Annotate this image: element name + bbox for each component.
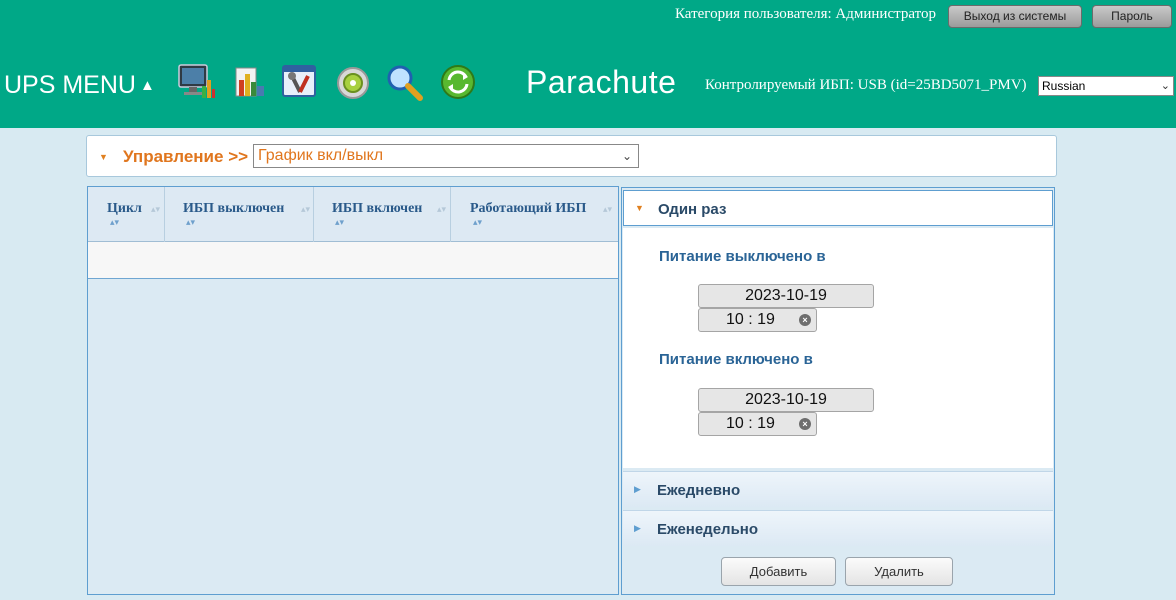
column-header-cycle[interactable]: Цикл ▴▾ ▴▾ xyxy=(88,187,165,242)
brand-logo-text: Parachute xyxy=(526,64,677,100)
monitor-icon[interactable] xyxy=(176,62,216,102)
sort-icon: ▴▾ xyxy=(186,217,196,227)
power-on-date-field[interactable]: 2023-10-19 xyxy=(698,388,874,412)
column-header-ups-off[interactable]: ИБП выключен ▴▾ ▴▾ xyxy=(165,187,314,242)
schedule-table: Цикл ▴▾ ▴▾ ИБП выключен ▴▾ ▴▾ ИБП включе… xyxy=(87,186,619,595)
top-header: Категория пользователя: Администратор Вы… xyxy=(0,0,1176,128)
column-label: ИБП включен xyxy=(332,201,423,216)
power-on-time-field[interactable]: 10 : 19 × xyxy=(698,412,817,436)
password-button[interactable]: Пароль xyxy=(1092,5,1172,28)
ups-menu-label: UPS MENU xyxy=(4,71,136,99)
power-on-label: Питание включено в xyxy=(659,351,813,368)
power-off-label: Питание выключено в xyxy=(659,248,826,265)
sort-icon: ▴▾ xyxy=(473,217,483,227)
sort-icon: ▴▾ xyxy=(437,204,447,214)
refresh-icon[interactable] xyxy=(438,62,478,102)
table-header: Цикл ▴▾ ▴▾ ИБП выключен ▴▾ ▴▾ ИБП включе… xyxy=(88,187,618,242)
add-button[interactable]: Добавить xyxy=(721,557,836,586)
power-off-time-value: 10 : 19 xyxy=(726,311,775,328)
ups-menu-toggle[interactable]: UPS MENU ▲ xyxy=(4,71,155,100)
reports-icon[interactable] xyxy=(230,62,270,102)
control-page-select[interactable]: График вкл/выкл ⌄ xyxy=(253,144,639,168)
power-on-time-value: 10 : 19 xyxy=(726,415,775,432)
chevron-down-icon: ⌄ xyxy=(621,149,632,163)
control-page-value: График вкл/выкл xyxy=(258,147,384,164)
schedule-panel: ▼ Один раз Питание выключено в 2023-10-1… xyxy=(621,187,1055,595)
control-label: Управление >> xyxy=(123,147,249,166)
triangle-right-icon: ▶ xyxy=(634,523,641,533)
power-off-time-field[interactable]: 10 : 19 × xyxy=(698,308,817,332)
control-bar: ▼ Управление >> График вкл/выкл ⌄ xyxy=(86,135,1057,177)
logout-button[interactable]: Выход из системы xyxy=(948,5,1082,28)
sort-icon: ▴▾ xyxy=(335,217,345,227)
language-value: Russian xyxy=(1042,79,1086,93)
accordion-daily-header[interactable]: ▶ Ежедневно xyxy=(623,471,1053,507)
accordion-once-title: Один раз xyxy=(658,201,727,218)
sort-icon: ▴▾ xyxy=(110,217,120,227)
clear-icon[interactable]: × xyxy=(799,418,811,430)
sort-icon: ▴▾ xyxy=(603,204,613,214)
search-icon[interactable] xyxy=(384,62,424,102)
delete-button[interactable]: Удалить xyxy=(845,557,953,586)
accordion-weekly-header[interactable]: ▶ Еженедельно xyxy=(623,510,1053,546)
accordion-once-header[interactable]: ▼ Один раз xyxy=(623,190,1053,226)
monitored-ups-label: Контролируемый ИБП: USB (id=25BD5071_PMV… xyxy=(705,77,1027,93)
user-category-text: Категория пользователя: Администратор xyxy=(675,6,936,22)
column-label: Работающий ИБП xyxy=(470,201,587,216)
settings-tools-icon[interactable] xyxy=(280,62,320,102)
triangle-right-icon: ▶ xyxy=(634,484,641,494)
column-label: Цикл xyxy=(107,201,142,216)
triangle-down-icon: ▼ xyxy=(99,152,108,162)
triangle-up-icon: ▲ xyxy=(139,77,155,94)
clear-icon[interactable]: × xyxy=(799,314,811,326)
column-label: ИБП выключен xyxy=(183,201,285,216)
language-select[interactable]: Russian ⌄ xyxy=(1038,76,1174,96)
control-dial-icon[interactable] xyxy=(333,62,373,102)
sort-icon: ▴▾ xyxy=(151,204,161,214)
accordion-weekly-title: Еженедельно xyxy=(657,521,759,538)
table-row xyxy=(88,242,618,279)
power-off-date-field[interactable]: 2023-10-19 xyxy=(698,284,874,308)
accordion-daily-title: Ежедневно xyxy=(657,482,741,499)
column-header-working-ups[interactable]: Работающий ИБП ▴▾ ▴▾ xyxy=(451,187,618,242)
triangle-down-icon: ▼ xyxy=(635,203,644,213)
sort-icon: ▴▾ xyxy=(301,204,311,214)
accordion-once-body: Питание выключено в 2023-10-19 10 : 19 ×… xyxy=(623,228,1053,468)
column-header-ups-on[interactable]: ИБП включен ▴▾ ▴▾ xyxy=(314,187,451,242)
chevron-down-icon: ⌄ xyxy=(1160,80,1170,92)
